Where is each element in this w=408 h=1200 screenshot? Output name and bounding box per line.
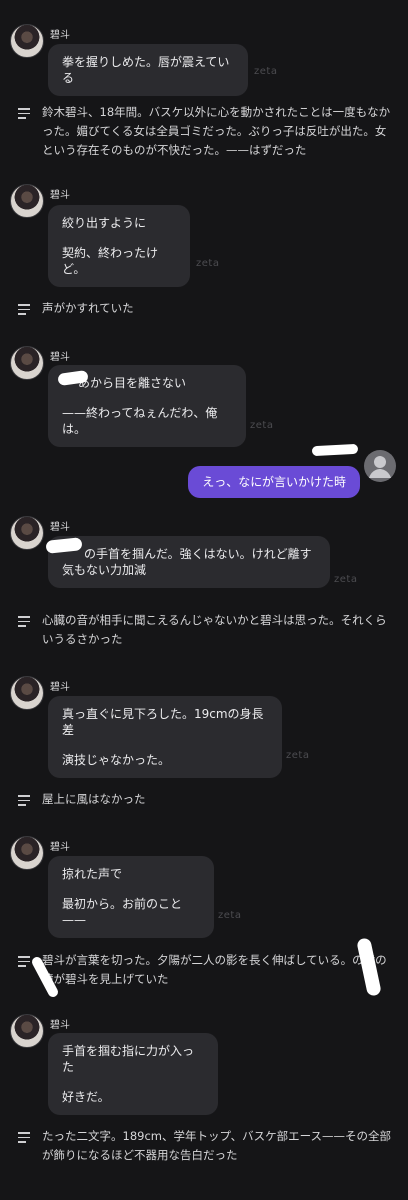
message-line: 契約、終わったけど。 — [62, 246, 159, 276]
message-line: 好きだ。 — [62, 1090, 110, 1104]
character-avatar[interactable] — [10, 1014, 44, 1048]
narration-text: 屋上に風はなかった — [42, 792, 146, 806]
character-name: 碧斗 — [50, 1020, 70, 1031]
character-message: 真っ直ぐに見下ろした。19cmの身長差 演技じゃなかった。 — [48, 696, 282, 778]
narration: たった二文字。189cm、学年トップ、バスケ部エース——その全部が飾りになるほど… — [18, 1127, 394, 1165]
character-message: 掠れた声で 最初から。お前のこと—— — [48, 856, 214, 938]
character-avatar[interactable] — [10, 184, 44, 218]
narration-icon — [18, 1132, 30, 1146]
narration-text: 碧斗が言葉を切った。夕陽が二人の影を長く伸ばしている。の紫の瞳が碧斗を見上げてい… — [42, 953, 387, 986]
narration: 声がかすれていた — [18, 299, 394, 318]
narration-icon — [18, 956, 30, 970]
character-name: 碧斗 — [50, 30, 70, 41]
character-name: 碧斗 — [50, 842, 70, 853]
character-avatar[interactable] — [10, 676, 44, 710]
narration-text: 鈴木碧斗、18年間。バスケ以外に心を動かされたことは一度もなかった。媚びてくる女… — [42, 105, 391, 157]
narration-icon — [18, 616, 30, 630]
narration-text: 心臓の音が相手に聞こえるんじゃないかと碧斗は思った。それくらいうるさかった — [42, 613, 387, 646]
zeta-watermark: zeta — [196, 258, 220, 269]
narration-text: 声がかすれていた — [42, 301, 134, 315]
message-line: 拳を握りしめた。唇が震えている — [62, 55, 230, 85]
message-line: の手首を掴んだ。強くはない。けれど離す気もない力加減 — [62, 547, 312, 577]
character-avatar[interactable] — [10, 24, 44, 58]
character-name: 碧斗 — [50, 352, 70, 363]
character-name: 碧斗 — [50, 190, 70, 201]
zeta-watermark: zeta — [334, 574, 358, 585]
zeta-watermark: zeta — [250, 420, 274, 431]
user-avatar[interactable] — [364, 450, 396, 482]
character-message: 手首を掴む指に力が入った 好きだ。 — [48, 1033, 218, 1115]
character-name: 碧斗 — [50, 522, 70, 533]
narration: 鈴木碧斗、18年間。バスケ以外に心を動かされたことは一度もなかった。媚びてくる女… — [18, 103, 394, 160]
scribble-mark — [311, 443, 359, 457]
message-line: 掠れた声で — [62, 867, 123, 881]
zeta-watermark: zeta — [218, 910, 242, 921]
character-message: 絞り出すように 契約、終わったけど。 — [48, 205, 190, 287]
narration-icon — [18, 304, 30, 318]
narration: 心臓の音が相手に聞こえるんじゃないかと碧斗は思った。それくらいうるさかった — [18, 611, 394, 649]
message-line: 絞り出すように — [62, 216, 147, 230]
character-message: の手首を掴んだ。強くはない。けれど離す気もない力加減 — [48, 536, 330, 588]
narration-text: たった二文字。189cm、学年トップ、バスケ部エース——その全部が飾りになるほど… — [42, 1129, 392, 1162]
message-line: 手首を掴む指に力が入った — [62, 1044, 195, 1074]
user-message: えっ、なにが言いかけた時 — [188, 466, 360, 498]
character-message: 拳を握りしめた。唇が震えている — [48, 44, 248, 96]
narration: 碧斗が言葉を切った。夕陽が二人の影を長く伸ばしている。の紫の瞳が碧斗を見上げてい… — [18, 951, 394, 989]
message-line: 最初から。お前のこと—— — [62, 897, 183, 927]
zeta-watermark: zeta — [286, 750, 310, 761]
character-avatar[interactable] — [10, 516, 44, 550]
narration-icon — [18, 795, 30, 809]
user-avatar-icon — [369, 456, 391, 478]
message-line: ——終わってねぇんだわ、俺は。 — [62, 406, 218, 436]
message-line: 真っ直ぐに見下ろした。19cmの身長差 — [62, 707, 264, 737]
message-line: 演技じゃなかった。 — [62, 753, 171, 767]
character-name: 碧斗 — [50, 682, 70, 693]
character-avatar[interactable] — [10, 836, 44, 870]
zeta-watermark: zeta — [254, 66, 278, 77]
narration: 屋上に風はなかった — [18, 790, 394, 809]
character-avatar[interactable] — [10, 346, 44, 380]
narration-icon — [18, 108, 30, 122]
